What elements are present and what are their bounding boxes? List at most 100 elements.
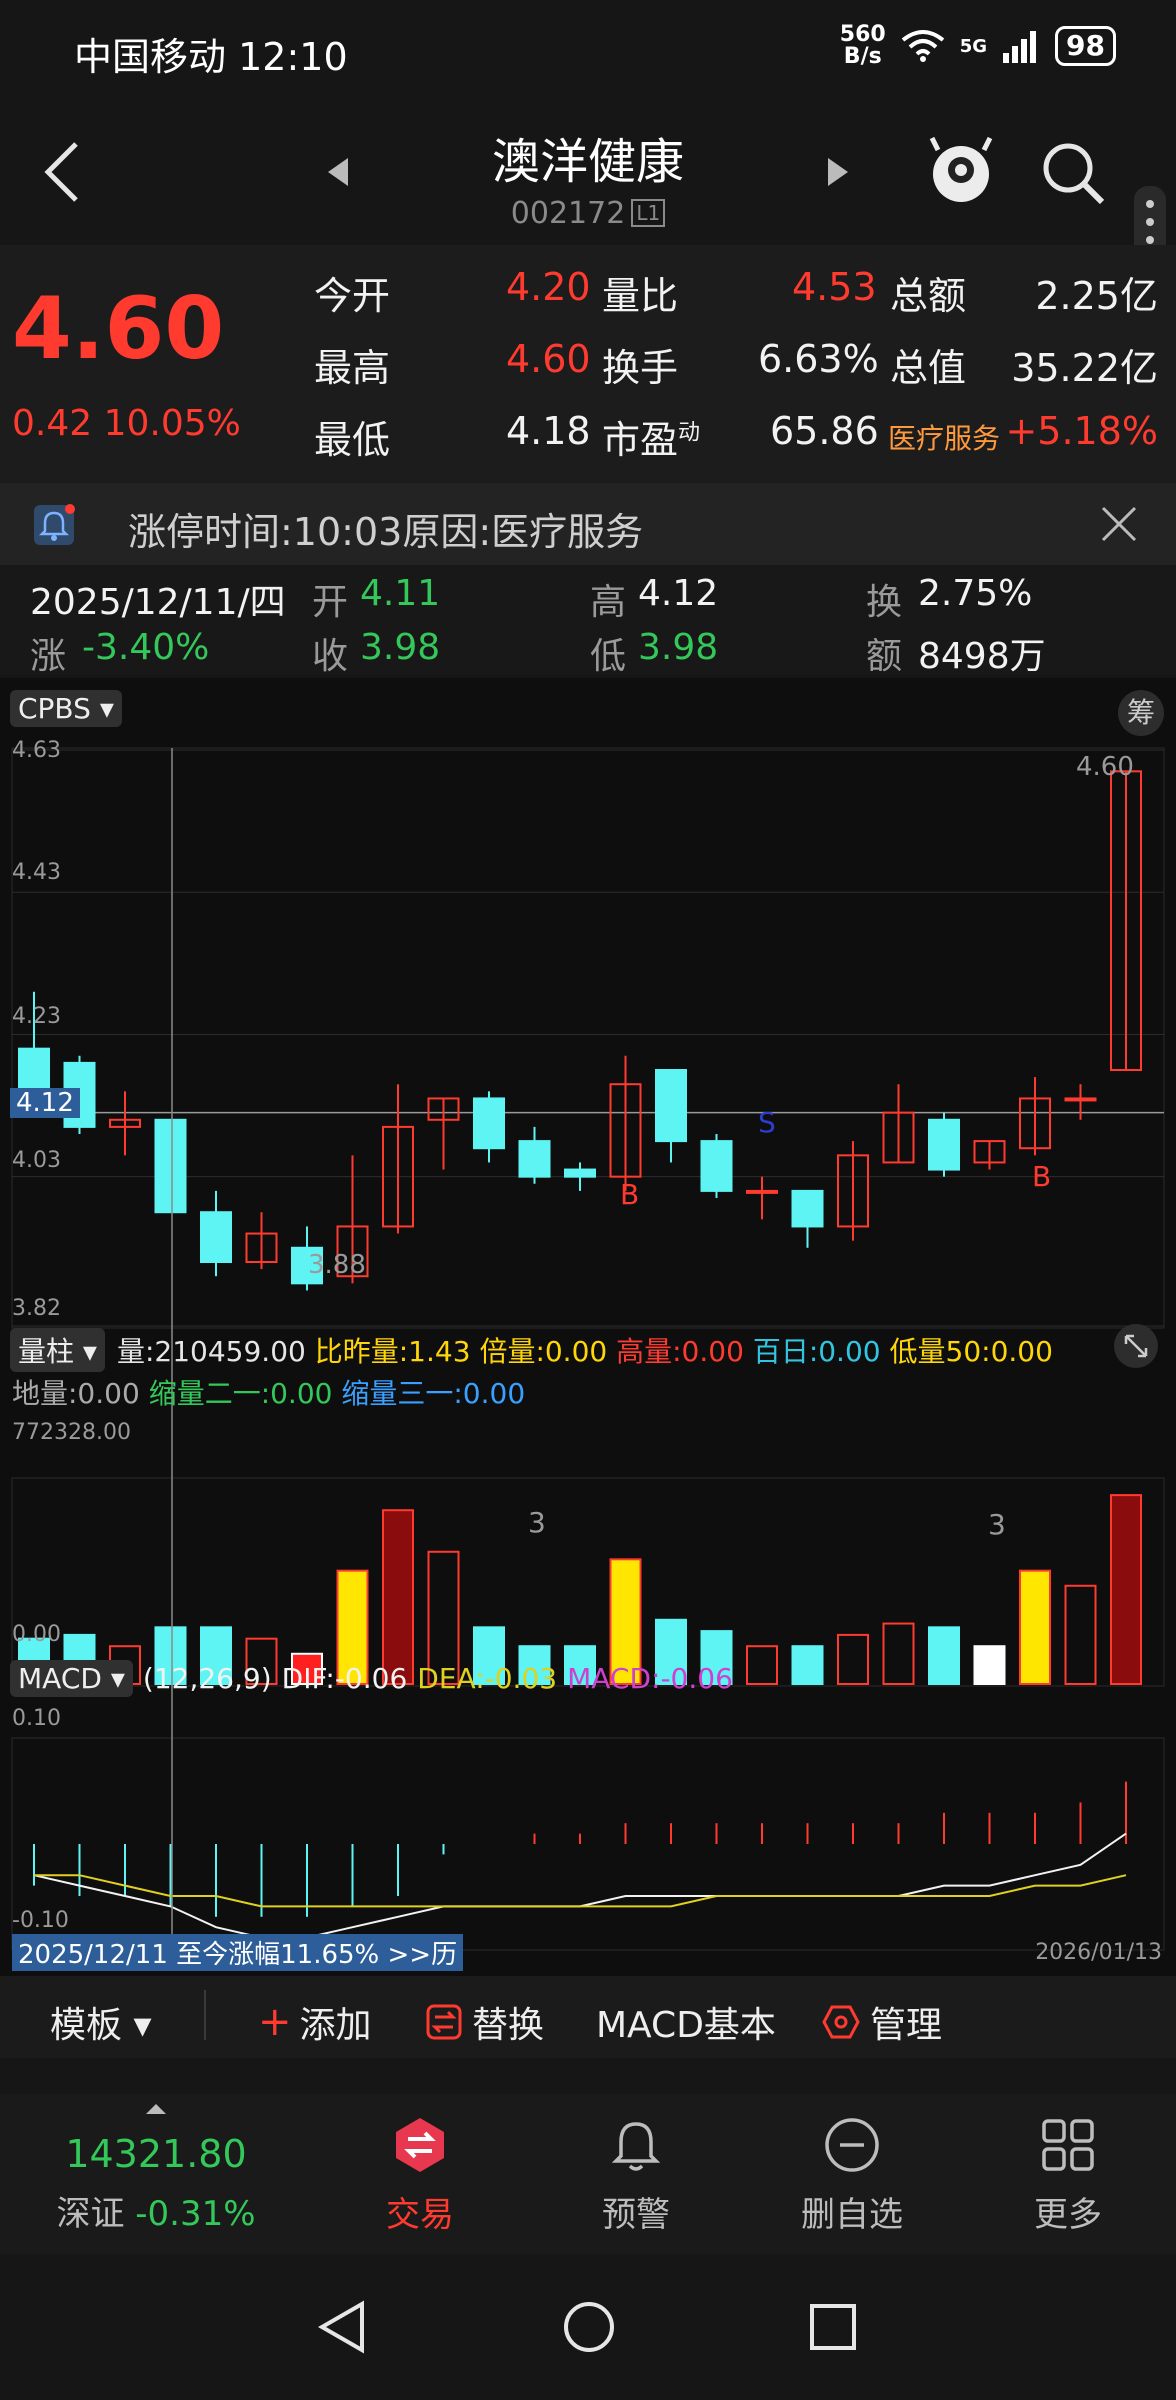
volume-bar-24 [1110,1494,1142,1685]
open-label: 今开 [314,274,391,318]
macd-dif: DIF:-0.06 [281,1662,408,1695]
index-change[interactable]: 深证 -0.31% [0,2186,312,2235]
system-navigation-bar [0,2254,1176,2400]
macd-header: MACD ▾ (12,26,9) DIF:-0.06 DEA:-0.03 MAC… [10,1660,733,1697]
low-value: 4.18 [506,409,591,453]
stock-name: 澳洋健康 [491,134,684,190]
volume-bar-8 [382,1509,414,1685]
close-icon[interactable] [1100,505,1138,543]
hexagon-settings-icon [822,2005,860,2039]
day-low-label: 低 [590,636,627,677]
nav-alert[interactable]: 预警 [566,2116,706,2236]
nav-more[interactable]: 更多 [998,2116,1138,2236]
dea-line [34,1874,1127,1908]
toolbar-divider [204,1990,206,2040]
volume-bar-18 [837,1633,869,1686]
macd-basic-button[interactable]: MACD基本 [596,1996,776,2048]
chart-area[interactable]: CPBS ▾ 筹 4.63 4.43 4.23 4.03 3.82 4.12 4… [0,678,1176,1978]
candle-body-11 [518,1140,551,1178]
indicator-toolbar: 模板 ▾ + 添加 替换 MACD基本 管理 [0,1976,1176,2058]
volume-bar-19 [882,1622,915,1685]
volume-stats-line-1: 量:210459.00 比昨量:1.43 倍量:0.00 高量:0.00 百日:… [117,1330,1053,1370]
next-stock-icon[interactable] [826,156,850,188]
candle-body-4 [200,1211,232,1264]
vol-line1-item-4: 百日:0.00 [752,1335,890,1368]
market-cap-value: 35.22亿 [1011,346,1158,390]
cursor-price-tag: 4.12 [10,1088,80,1118]
y-tick-3: 4.03 [12,1148,61,1173]
day-close-label: 收 [312,636,349,677]
add-button[interactable]: + 添加 [258,1996,372,2048]
status-carrier: 中国移动 12:10 [74,35,348,79]
system-home-icon[interactable] [562,2300,616,2354]
bell-alert-icon [34,504,75,545]
y-tick-0: 4.63 [12,738,61,763]
trade-icon [396,2118,444,2172]
vol-line2-item-2: 缩量三一:0.00 [341,1377,526,1410]
dif-line [33,1832,1127,1939]
macd-params: (12,26,9) [142,1662,272,1695]
system-back-icon[interactable] [316,2300,368,2354]
template-button[interactable]: 模板 ▾ [50,1996,152,2048]
search-icon[interactable] [1040,140,1106,206]
vol-line1-item-3: 高量:0.00 [616,1335,753,1368]
y-tick-1: 4.43 [12,860,61,885]
system-recents-icon[interactable] [808,2302,858,2352]
day-open-label: 开 [312,582,349,623]
pe-label: 市盈动 [602,418,701,462]
vol-line1-item-5: 低量50:0.00 [889,1335,1053,1368]
macd-y-top: 0.10 [12,1706,61,1731]
day-turnover: 2.75% [918,573,1033,614]
turnover-label: 换手 [602,346,679,390]
amount-value: 2.25亿 [1035,274,1158,318]
y-tick-2: 4.23 [12,1004,61,1029]
nav-trade[interactable]: 交易 [350,2116,490,2236]
candle-body-23 [1064,1097,1097,1102]
volume-max-label: 772328.00 [12,1420,131,1445]
high-price-label: 4.60 [1076,752,1134,782]
nav-remove-watchlist[interactable]: 删自选 [782,2116,922,2236]
mascot-icon[interactable] [928,134,994,206]
expand-icon[interactable] [1114,1324,1158,1368]
index-value[interactable]: 14321.80 [0,2132,312,2176]
volume-bar-22 [1019,1569,1051,1686]
volume-ratio-value: 4.53 [792,265,877,309]
replace-button[interactable]: 替换 [426,1996,544,2048]
day-info-panel: 2025/12/11/四 开 4.11 高 4.12 换 2.75% 涨 -3.… [0,565,1176,677]
chip-distribution-button[interactable]: 筹 [1118,690,1164,736]
current-price: 4.60 [12,279,225,379]
volume-indicator-select[interactable]: 量柱 ▾ [10,1328,105,1372]
market-cap-label: 总值 [890,346,967,390]
volume-bar-23 [1064,1584,1097,1685]
volume-bar-20 [928,1626,960,1685]
day-turnover-label: 换 [866,582,903,623]
caret-up-icon [146,2104,166,2114]
day-high: 4.12 [638,573,719,614]
macd-indicator-select[interactable]: MACD ▾ [10,1660,133,1697]
vol-line1-item-0: 量:210459.00 [116,1335,315,1368]
limit-up-banner[interactable]: 涨停时间:10:03原因:医疗服务 [0,483,1176,565]
buy-signal-2: B [1032,1160,1052,1193]
volume-bar-16 [746,1645,778,1686]
turnover-value: 6.63% [758,337,879,381]
day-amount: 8498万 [918,636,1046,677]
volume-bar-17 [791,1645,824,1686]
kline-indicator-select[interactable]: CPBS ▾ [10,690,122,727]
battery-indicator: 98 [1055,26,1116,66]
sector-link[interactable]: 医疗服务 [888,417,1000,457]
price-change: 0.42 10.05% [12,403,241,444]
volume-zero-label: 0.00 [12,1622,61,1647]
range-return-link[interactable]: 2025/12/11 至今涨幅11.65% >>历 [12,1934,464,1971]
candle-body-12 [564,1168,596,1178]
status-bar: 中国移动 12:10 560 B/s 5G 98 [0,0,1176,100]
manage-button[interactable]: 管理 [822,1996,942,2048]
candle-body-0 [18,1047,50,1093]
high-value: 4.60 [506,337,591,381]
volume-ratio-label: 量比 [602,274,679,318]
banner-text: 涨停时间:10:03原因:医疗服务 [128,510,644,554]
bell-icon [611,2122,661,2171]
day-close: 3.98 [360,627,441,668]
candle-body-3 [154,1118,187,1214]
candle-body-10 [473,1097,505,1150]
candle-body-16 [746,1189,778,1194]
